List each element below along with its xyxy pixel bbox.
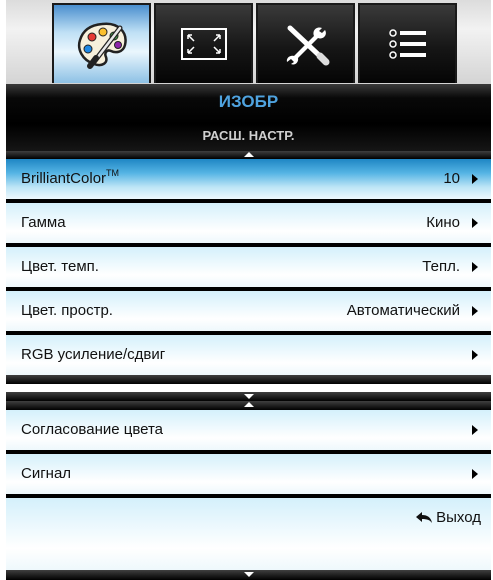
menu-row-exit[interactable]: Выход	[6, 498, 491, 570]
tab-options[interactable]	[358, 3, 457, 83]
menu-row-brilliantcolor[interactable]: BrilliantColorTM 10	[6, 159, 491, 199]
page-divider-top	[6, 375, 491, 384]
palette-icon	[77, 22, 127, 69]
scroll-down-arrow-icon	[243, 572, 254, 577]
menu-row-rgb-gain-bias[interactable]: RGB усиление/сдвиг	[6, 335, 491, 375]
return-arrow-icon	[416, 511, 433, 523]
menu-title: ИЗОБР	[218, 92, 279, 111]
scroll-down-arrow-icon	[243, 394, 254, 399]
exit-button[interactable]: Выход	[415, 509, 481, 526]
menu-row-label: RGB усиление/сдвиг	[21, 346, 166, 363]
chevron-right-icon	[472, 306, 478, 316]
chevron-right-icon	[472, 425, 478, 435]
menu-row-value: Тепл.	[422, 258, 460, 275]
menu-row-value: 10	[443, 170, 460, 187]
menu-row-color-temp[interactable]: Цвет. темп. Тепл.	[6, 247, 491, 287]
scroll-up-arrow-icon	[243, 152, 254, 157]
menu-row-label: Сигнал	[21, 465, 72, 482]
chevron-right-icon	[472, 350, 478, 360]
menu-row-color-space[interactable]: Цвет. простр. Автоматический	[6, 291, 491, 331]
scroll-up-bar[interactable]	[6, 401, 491, 410]
menu-row-label: Гамма	[21, 214, 66, 231]
scroll-up-bar[interactable]	[6, 151, 491, 159]
chevron-right-icon	[472, 469, 478, 479]
screen-frame-icon	[180, 28, 227, 60]
menu-row-label: Согласование цвета	[21, 421, 164, 438]
chevron-right-icon	[472, 174, 478, 184]
scroll-down-bar[interactable]	[6, 570, 491, 580]
tab-display[interactable]	[154, 3, 253, 83]
menu-row-value: Автоматический	[346, 302, 460, 319]
chevron-right-icon	[472, 218, 478, 228]
menu-row-label: BrilliantColorTM	[21, 168, 120, 187]
scroll-down-bar[interactable]	[6, 392, 491, 401]
scroll-up-arrow-icon	[243, 402, 254, 407]
page-gap	[6, 384, 491, 392]
menu-subtitle: РАСШ. НАСТР.	[202, 128, 295, 143]
tab-setup[interactable]	[256, 3, 355, 83]
menu-row-value: Кино	[426, 214, 460, 231]
menu-row-signal[interactable]: Сигнал	[6, 454, 491, 494]
menu-row-label: Цвет. простр.	[21, 302, 113, 319]
projector-osd-menu: ИЗОБР РАСШ. НАСТР. BrilliantColorTM 10 Г…	[6, 0, 491, 580]
wrench-screwdriver-icon	[286, 25, 329, 66]
options-list-icon	[388, 29, 426, 59]
menu-tab-bar	[6, 0, 491, 84]
chevron-right-icon	[472, 262, 478, 272]
exit-label: Выход	[436, 509, 481, 526]
tab-image[interactable]	[52, 3, 151, 83]
menu-row-label: Цвет. темп.	[21, 258, 99, 275]
menu-row-gamma[interactable]: Гамма Кино	[6, 203, 491, 243]
menu-header: ИЗОБР РАСШ. НАСТР.	[6, 84, 491, 159]
menu-row-color-matching[interactable]: Согласование цвета	[6, 410, 491, 450]
